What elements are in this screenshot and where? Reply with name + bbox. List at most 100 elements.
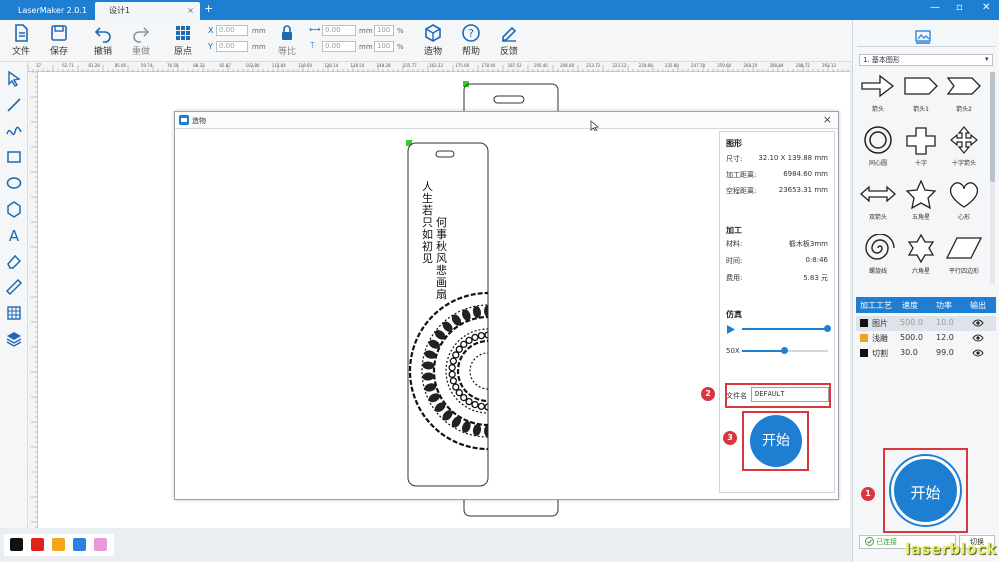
shape-item[interactable]: 箭头2 (943, 72, 985, 113)
lock-ratio-button[interactable]: 等比 (270, 23, 304, 57)
work-distance-label: 加工距离: (726, 171, 757, 179)
shape-category-select[interactable]: 1. 基本图形 (859, 54, 993, 66)
ruler-label: 81.28 (88, 63, 100, 68)
shape-item[interactable]: 箭头1 (900, 72, 942, 113)
layer-power[interactable]: 12.0 (936, 333, 954, 342)
image-library-icon[interactable] (915, 30, 931, 44)
engraving-preview: 人生若只如初见 何事秋风悲画扇 (178, 131, 716, 497)
layer-power[interactable]: 10.0 (936, 318, 954, 327)
ellipse-tool-icon[interactable] (5, 174, 23, 192)
shape-scrollbar-thumb[interactable] (990, 72, 995, 182)
dialog-start-button[interactable]: 开始 (750, 415, 802, 467)
ruler-label: 235.80 (665, 63, 679, 68)
array-tool-icon[interactable] (5, 304, 23, 322)
playback-track[interactable] (742, 325, 831, 332)
cost-label: 费用: (726, 274, 743, 282)
speed-slider-handle[interactable] (781, 347, 788, 354)
height-percent-input[interactable]: 100 (374, 41, 394, 52)
layer-row[interactable]: 图片 500.0 10.0 (856, 316, 996, 331)
height-input[interactable]: 0.00 (322, 41, 356, 52)
x-unit: mm (252, 27, 266, 35)
curve-tool-icon[interactable] (5, 122, 23, 140)
layer-speed[interactable]: 30.0 (900, 348, 918, 357)
speed-progress (742, 350, 785, 352)
x-input[interactable]: 0.00 (216, 25, 248, 36)
layer-row[interactable]: 切割 30.0 99.0 (856, 346, 996, 361)
cube-icon (425, 24, 441, 42)
line-tool-icon[interactable] (5, 96, 23, 114)
shape-item[interactable]: 螺旋线 (857, 233, 899, 275)
shape-item[interactable]: 双箭头 (857, 180, 899, 221)
text-tool-icon[interactable]: A (5, 226, 23, 244)
playback-slider-handle[interactable] (824, 325, 831, 332)
close-window-button[interactable]: ✕ (982, 2, 990, 13)
layer-row[interactable]: 浅雕 500.0 12.0 (856, 331, 996, 346)
rectangle-tool-icon[interactable] (5, 148, 23, 166)
parallelogram-icon (945, 237, 983, 259)
undo-icon (94, 27, 111, 43)
shape-scrollbar[interactable] (990, 72, 995, 284)
shape-label: 心形 (957, 214, 970, 221)
save-button[interactable]: 保存 (42, 23, 76, 57)
layer-name: 浅雕 (872, 334, 888, 343)
undo-button[interactable]: 撤销 (86, 23, 120, 57)
origin-button[interactable]: 原点 (166, 23, 200, 57)
tab-design[interactable]: 设计1 × (95, 2, 200, 20)
play-icon[interactable] (726, 325, 735, 334)
eye-icon[interactable] (972, 334, 984, 342)
horizontal-ruler: 37 62.71 81.28 85.00 59.74 76.59 88.33 92.87 102… (27, 62, 850, 72)
color-swatch[interactable] (73, 538, 86, 551)
eye-icon[interactable] (972, 319, 984, 327)
help-button[interactable]: ? 帮助 (454, 23, 488, 57)
polygon-tool-icon[interactable] (5, 200, 23, 218)
layer-speed[interactable]: 500.0 (900, 333, 923, 342)
ruler-label: 208.08 (560, 63, 574, 68)
y-input[interactable]: 0.00 (216, 41, 248, 52)
chevron-down-icon: ▾ (985, 55, 989, 63)
layer-power[interactable]: 99.0 (936, 348, 954, 357)
eye-icon[interactable] (972, 349, 984, 357)
shape-item[interactable]: 十字 (900, 126, 942, 167)
ruler-label: 88.33 (193, 63, 205, 68)
tab-app[interactable]: LaserMaker 2.0.1 (4, 2, 92, 20)
select-tool-icon[interactable] (5, 70, 23, 88)
dialog-close-button[interactable]: × (823, 113, 832, 126)
shape-item[interactable]: 五角星 (900, 179, 942, 221)
file-button[interactable]: 文件 (4, 23, 38, 57)
feedback-button[interactable]: 反馈 (492, 23, 526, 57)
layer-speed[interactable]: 500.0 (900, 318, 923, 327)
ruler-tool-icon[interactable] (5, 278, 23, 296)
shape-item[interactable]: 同心圆 (857, 126, 899, 167)
restore-button[interactable]: ▫ (956, 2, 963, 13)
main-start-button[interactable]: 开始 (891, 456, 960, 525)
color-swatch[interactable] (52, 538, 65, 551)
shape-item[interactable]: 平行四边形 (943, 234, 985, 275)
toolbar: 文件 保存 撤销 重做 原点 X 0.00 mm Y 0.00 mm 等比 ⟷ … (0, 20, 999, 62)
minimize-button[interactable]: — (930, 2, 940, 13)
ruler-label: 37 (36, 63, 42, 68)
ruler-label: 92.87 (219, 63, 231, 68)
redo-button[interactable]: 重做 (124, 23, 158, 57)
shape-item[interactable]: 十字箭头 (943, 126, 985, 167)
ruler-label: 288.72 (796, 63, 810, 68)
height-percent-unit: % (397, 43, 404, 51)
step-badge-3: 3 (723, 431, 737, 445)
new-tab-button[interactable]: + (204, 2, 213, 15)
width-icon: ⟷ (309, 25, 321, 34)
shape-item[interactable]: 箭头 (857, 72, 899, 113)
speed-track[interactable] (742, 347, 828, 354)
width-percent-input[interactable]: 100 (374, 25, 394, 36)
shape-section-title: 图形 (726, 139, 742, 148)
eraser-tool-icon[interactable] (5, 252, 23, 270)
vertical-ruler (28, 71, 38, 528)
tab-close-button[interactable]: × (187, 2, 194, 20)
shape-item[interactable]: 心形 (943, 180, 985, 221)
build-button[interactable]: 造物 (416, 23, 450, 57)
color-swatch[interactable] (10, 538, 23, 551)
ruler-label: 195.40 (534, 63, 548, 68)
color-swatch[interactable] (31, 538, 44, 551)
layers-tool-icon[interactable] (5, 330, 23, 348)
shape-item[interactable]: 六角星 (900, 233, 942, 275)
color-swatch[interactable] (94, 538, 107, 551)
width-input[interactable]: 0.00 (322, 25, 356, 36)
